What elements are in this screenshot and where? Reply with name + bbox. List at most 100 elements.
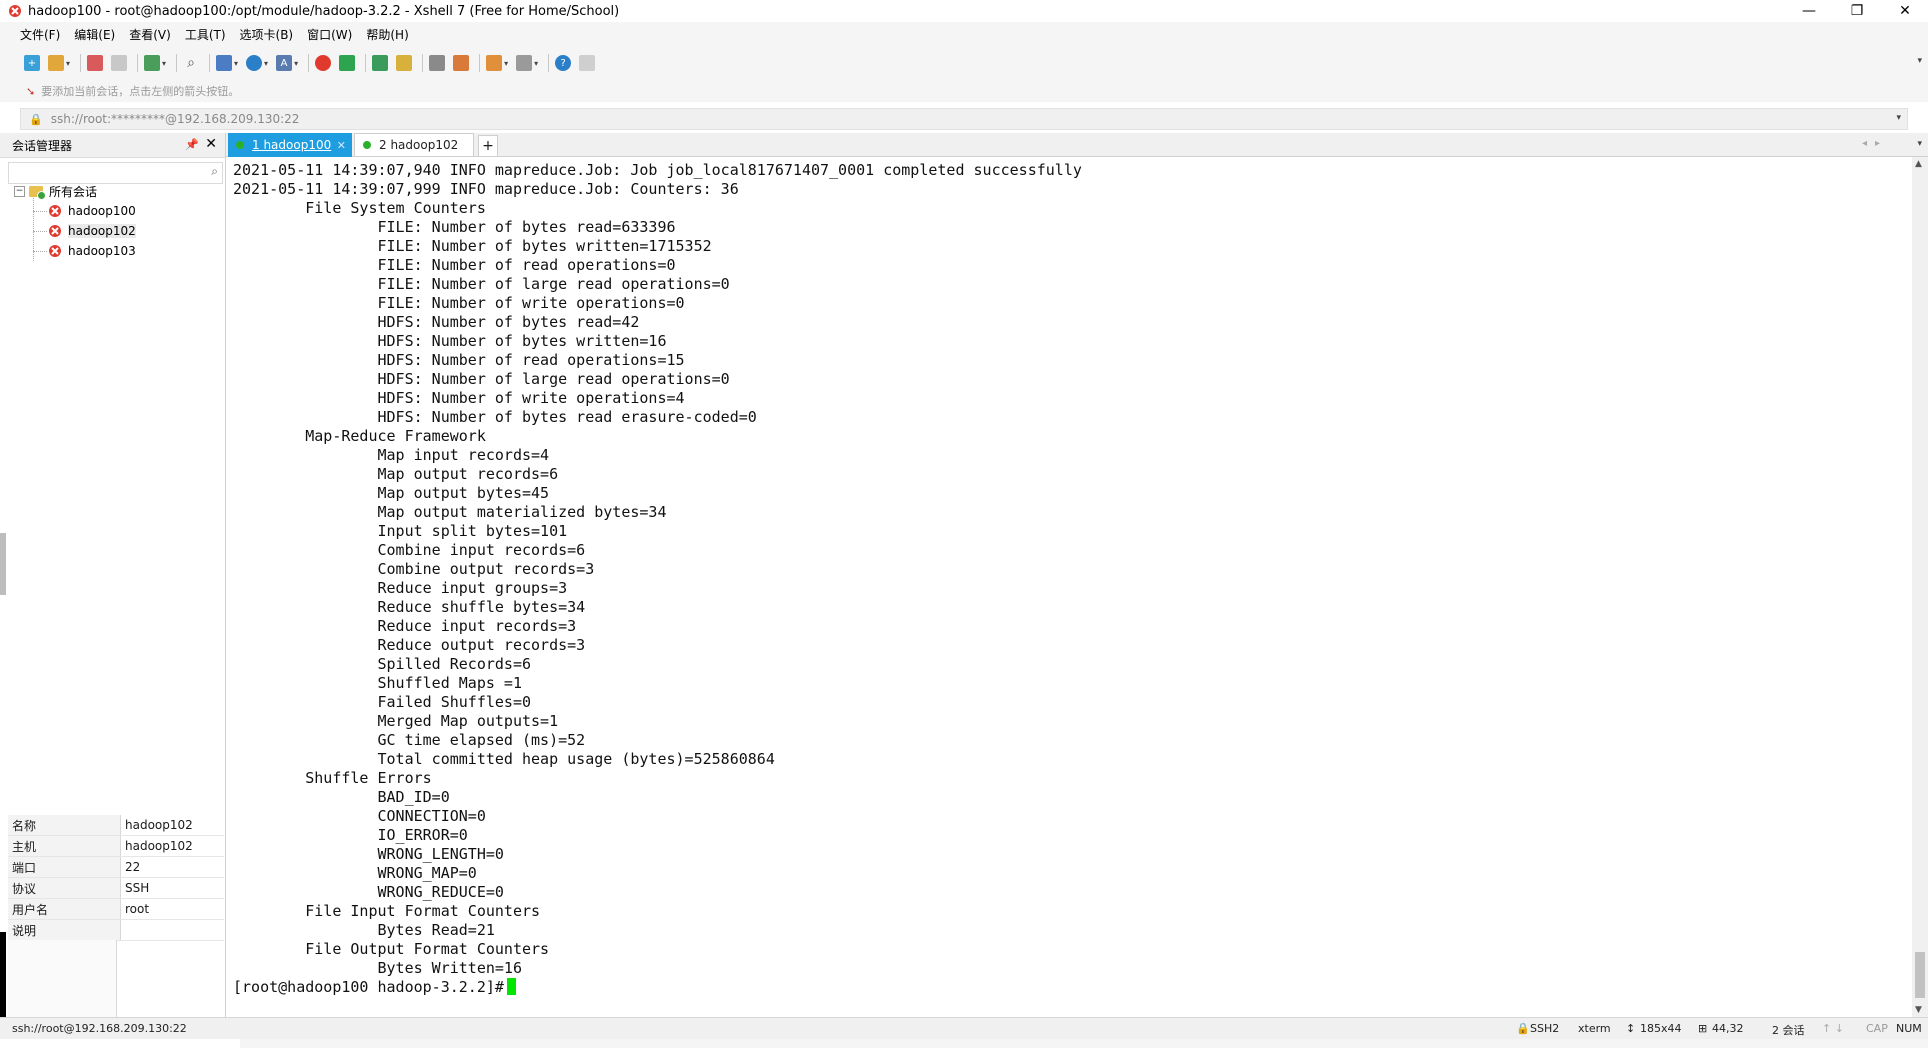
close-panel-icon[interactable]: ✕ — [205, 136, 217, 152]
session-icon — [49, 205, 61, 217]
open-dropdown-icon[interactable]: ▾ — [66, 59, 70, 68]
chat-icon[interactable] — [579, 55, 596, 71]
property-row: 用户名 root — [8, 899, 224, 920]
terminal-line: Map output bytes=45 — [233, 484, 550, 502]
tree-root-label: 所有会话 — [49, 184, 98, 199]
close-window-button[interactable]: ✕ — [1882, 0, 1928, 22]
tree-item-hadoop103[interactable]: hadoop103 — [48, 242, 136, 260]
layout-icon[interactable] — [516, 55, 533, 71]
new-session-icon[interactable]: + — [24, 55, 40, 71]
tab-strip: 1 hadoop100 ✕ 2 hadoop102 + ◂▸ ▾ — [226, 133, 1928, 157]
menu-tab[interactable]: 选项卡(B) — [240, 26, 294, 43]
minimize-button[interactable]: — — [1786, 0, 1832, 22]
terminal-line: WRONG_MAP=0 — [233, 864, 477, 882]
search-icon[interactable]: ⌕ — [183, 55, 199, 71]
disconnect-icon[interactable] — [111, 55, 128, 71]
panel-resize-handle[interactable] — [0, 533, 6, 595]
properties-dropdown-icon[interactable]: ▾ — [234, 59, 238, 68]
open-folder-icon[interactable] — [48, 55, 64, 71]
globe-icon[interactable] — [246, 55, 263, 71]
menu-view[interactable]: 查看(V) — [129, 26, 171, 43]
address-dropdown-icon[interactable]: ▾ — [1896, 113, 1901, 123]
terminal-line: Map-Reduce Framework — [233, 427, 486, 445]
status-size: 185x44 — [1640, 1022, 1682, 1035]
terminal-line: FILE: Number of large read operations=0 — [233, 275, 730, 293]
terminal-line: FILE: Number of bytes written=1715352 — [233, 237, 712, 255]
tab-label: 1 hadoop100 — [252, 138, 332, 152]
terminal-line: Map input records=4 — [233, 446, 550, 464]
connected-dot-icon — [236, 141, 244, 149]
reconnect-icon[interactable] — [144, 55, 161, 71]
terminal-cursor — [506, 978, 516, 995]
toolbar-overflow-icon[interactable]: ▾ — [1917, 56, 1922, 66]
transfer-dropdown-icon[interactable]: ▾ — [504, 59, 508, 68]
status-lock-icon: 🔒 — [1516, 1022, 1530, 1035]
menu-window[interactable]: 窗口(W) — [307, 26, 352, 43]
font-dropdown-icon[interactable]: ▾ — [294, 59, 298, 68]
tab-label: 2 hadoop102 — [379, 138, 459, 152]
menu-help[interactable]: 帮助(H) — [366, 26, 408, 43]
new-tab-button[interactable]: + — [478, 135, 498, 157]
title-bar: hadoop100 - root@hadoop100:/opt/module/h… — [0, 0, 1928, 22]
restore-button[interactable]: ❐ — [1834, 0, 1880, 22]
toolbar-divider — [365, 54, 367, 72]
layout-dropdown-icon[interactable]: ▾ — [534, 59, 538, 68]
properties-key-column — [8, 940, 116, 1017]
tab-hadoop100[interactable]: 1 hadoop100 ✕ — [228, 133, 352, 157]
terminal-line: WRONG_REDUCE=0 — [233, 883, 504, 901]
tab-hadoop102[interactable]: 2 hadoop102 — [354, 133, 474, 157]
toolbar-divider — [209, 54, 211, 72]
xftp-icon[interactable] — [339, 55, 356, 71]
bottom-strip — [0, 1039, 1928, 1048]
session-nav-icon[interactable]: ↑ ↓ — [1822, 1022, 1844, 1035]
property-key: 协议 — [8, 878, 121, 898]
property-key: 端口 — [8, 857, 121, 877]
search-icon: ⌕ — [211, 164, 218, 178]
terminal-view[interactable]: 2021-05-11 14:39:07,940 INFO mapreduce.J… — [226, 157, 1912, 1017]
reconnect-dropdown-icon[interactable]: ▾ — [162, 59, 166, 68]
lock-screen-icon[interactable] — [396, 55, 413, 71]
menu-tools[interactable]: 工具(T) — [185, 26, 226, 43]
tree-root-all-sessions[interactable]: − 所有会话 — [14, 182, 97, 200]
connect-icon[interactable] — [87, 55, 104, 71]
highlight-icon[interactable] — [453, 55, 470, 71]
session-properties-grid: 名称 hadoop102 主机 hadoop102 端口 22 协议 SSH 用… — [8, 815, 224, 941]
add-session-arrow-icon[interactable]: ➘ — [26, 85, 35, 98]
fullscreen-icon[interactable] — [372, 55, 389, 71]
xshell-icon[interactable] — [315, 55, 332, 71]
terminal-line: Reduce shuffle bytes=34 — [233, 598, 586, 616]
properties-icon[interactable] — [216, 55, 233, 71]
scroll-up-icon[interactable]: ▲ — [1915, 159, 1922, 169]
tree-item-hadoop100[interactable]: hadoop100 — [48, 202, 136, 220]
globe-dropdown-icon[interactable]: ▾ — [264, 59, 268, 68]
session-search-input[interactable]: ⌕ — [8, 162, 223, 184]
terminal-line: FILE: Number of read operations=0 — [233, 256, 676, 274]
terminal-line: Total committed heap usage (bytes)=52586… — [233, 750, 775, 768]
status-cap: CAP — [1866, 1022, 1888, 1035]
collapse-icon[interactable]: − — [14, 185, 25, 197]
terminal-line: Bytes Written=16 — [233, 959, 522, 977]
tab-list-dropdown-icon[interactable]: ▾ — [1917, 139, 1922, 149]
terminal-line: File Input Format Counters — [233, 902, 541, 920]
address-bar[interactable]: 🔒 ssh://root:*********@192.168.209.130:2… — [20, 108, 1908, 130]
property-value: hadoop102 — [125, 818, 193, 832]
scrollbar-thumb[interactable] — [1915, 952, 1925, 998]
menu-file[interactable]: 文件(F) — [20, 26, 60, 43]
font-icon[interactable]: A — [276, 55, 293, 71]
terminal-line: HDFS: Number of bytes read erasure-coded… — [233, 408, 757, 426]
terminal-line: Combine output records=3 — [233, 560, 595, 578]
close-tab-icon[interactable]: ✕ — [337, 139, 346, 152]
keyboard-icon[interactable] — [429, 55, 446, 71]
pin-icon[interactable]: 📌 — [185, 138, 199, 151]
transfer-icon[interactable] — [486, 55, 503, 71]
property-row: 主机 hadoop102 — [8, 836, 224, 857]
menu-edit[interactable]: 编辑(E) — [74, 26, 115, 43]
terminal-line: Shuffled Maps =1 — [233, 674, 522, 692]
help-icon[interactable]: ? — [555, 55, 572, 71]
terminal-line: HDFS: Number of read operations=15 — [233, 351, 685, 369]
toolbar-divider — [308, 54, 310, 72]
terminal-scrollbar[interactable]: ▲ ▼ — [1912, 157, 1928, 1017]
tab-scroll-arrows-icon[interactable]: ◂▸ — [1862, 138, 1888, 149]
scroll-down-icon[interactable]: ▼ — [1915, 1005, 1922, 1015]
tree-item-hadoop102[interactable]: hadoop102 — [48, 222, 136, 240]
